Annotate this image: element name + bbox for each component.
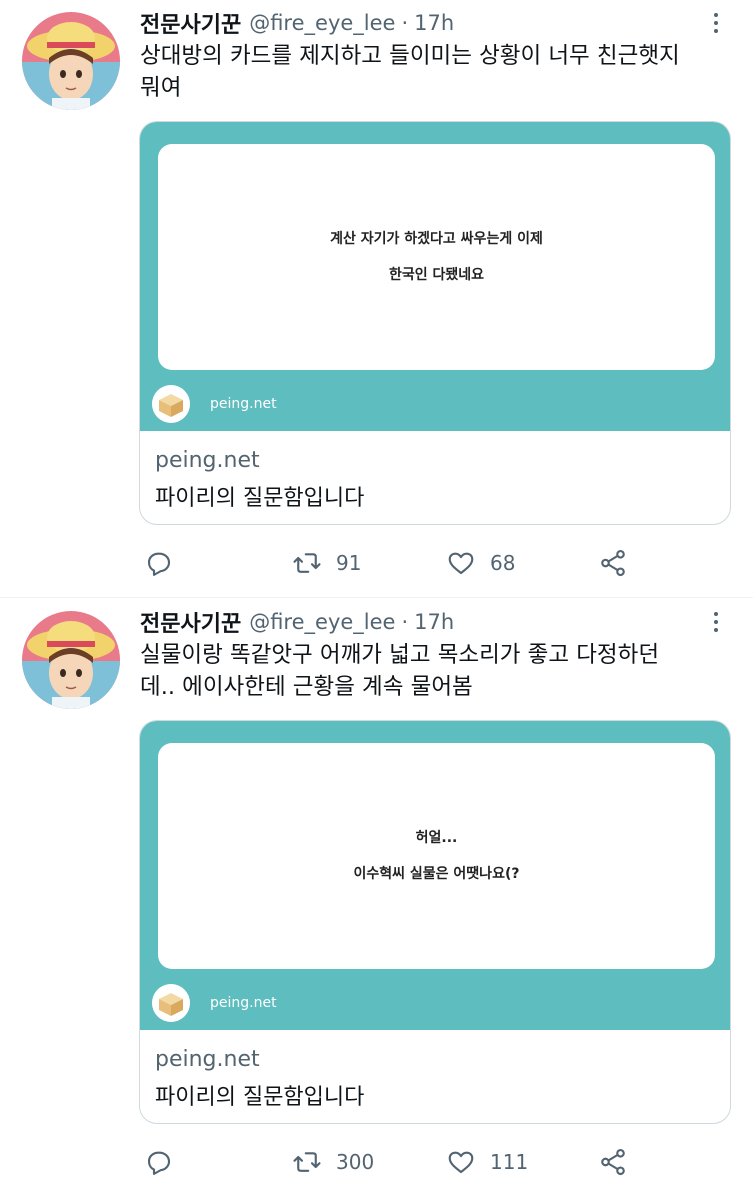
- retweet-button[interactable]: 91: [292, 545, 361, 581]
- author-name[interactable]: 전문사기꾼: [140, 606, 241, 638]
- avatar-image: [22, 12, 120, 110]
- retweet-button[interactable]: 300: [292, 1144, 374, 1180]
- author-handle[interactable]: @fire_eye_lee: [249, 610, 395, 634]
- question-line: 한국인 다됐네요: [388, 267, 485, 283]
- question-box: 허얼... 이수혁씨 실물은 어땟나요(?: [158, 743, 715, 969]
- peing-box-icon: [152, 385, 190, 423]
- avatar[interactable]: [22, 12, 120, 110]
- card-brand: peing.net: [152, 384, 277, 424]
- link-card[interactable]: 허얼... 이수혁씨 실물은 어땟나요(? peing.net peing.ne…: [139, 720, 731, 1124]
- more-icon[interactable]: [706, 609, 726, 635]
- tweet-header: 전문사기꾼 @fire_eye_lee · 17h: [140, 607, 454, 637]
- tweet-text-line: 뭐여: [140, 75, 182, 101]
- card-brand: peing.net: [152, 983, 277, 1023]
- heart-icon: [448, 1151, 474, 1174]
- retweet-count: 300: [336, 1150, 375, 1174]
- share-icon: [601, 1148, 625, 1176]
- share-button[interactable]: [598, 545, 628, 581]
- card-domain: peing.net: [155, 448, 260, 473]
- card-image: 계산 자기가 하겠다고 싸우는게 이제 한국인 다됐네요 peing.net: [140, 122, 730, 431]
- tweet[interactable]: 전문사기꾼 @fire_eye_lee · 17h 실물이랑 똑같앗구 어깨가 …: [0, 599, 753, 1200]
- tweet-text: 실물이랑 똑같앗구 어깨가 넓고 목소리가 좋고 다정하던 데.. 에이사한테 …: [140, 639, 740, 703]
- tweet-header: 전문사기꾼 @fire_eye_lee · 17h: [140, 8, 454, 38]
- question-line: 계산 자기가 하겠다고 싸우는게 이제: [330, 231, 543, 247]
- like-button[interactable]: 68: [446, 545, 515, 581]
- separator: ·: [401, 11, 409, 35]
- card-domain: peing.net: [155, 1047, 260, 1072]
- timestamp[interactable]: 17h: [414, 11, 454, 35]
- more-icon[interactable]: [706, 10, 726, 36]
- brand-text: peing.net: [210, 995, 277, 1011]
- retweet-icon: [293, 1152, 321, 1172]
- tweet-text-line: 데.. 에이사한테 근황을 계속 물어봄: [140, 674, 473, 700]
- question-box: 계산 자기가 하겠다고 싸우는게 이제 한국인 다됐네요: [158, 144, 715, 370]
- reply-button[interactable]: [144, 1144, 188, 1180]
- reply-button[interactable]: [144, 545, 188, 581]
- avatar[interactable]: [22, 611, 120, 709]
- tweet-text: 상대방의 카드를 제지하고 들이미는 상황이 너무 친근햇지 뭐여: [140, 40, 740, 104]
- tweet-text-line: 실물이랑 똑같앗구 어깨가 넓고 목소리가 좋고 다정하던: [140, 642, 660, 668]
- share-button[interactable]: [598, 1144, 628, 1180]
- brand-text: peing.net: [210, 396, 277, 412]
- like-count: 111: [490, 1150, 529, 1174]
- question-line: 허얼...: [415, 830, 458, 846]
- tweet[interactable]: 전문사기꾼 @fire_eye_lee · 17h 상대방의 카드를 제지하고 …: [0, 0, 753, 598]
- share-icon: [601, 549, 625, 577]
- tweet-actions: 300 111: [140, 1144, 740, 1180]
- reply-icon: [147, 1151, 171, 1175]
- question-line: 이수혁씨 실물은 어땟나요(?: [353, 866, 520, 882]
- tweet-text-line: 상대방의 카드를 제지하고 들이미는 상황이 너무 친근햇지: [140, 43, 680, 69]
- card-image: 허얼... 이수혁씨 실물은 어땟나요(? peing.net: [140, 721, 730, 1030]
- separator: ·: [401, 610, 409, 634]
- reply-icon: [147, 552, 171, 576]
- avatar-image: [22, 611, 120, 709]
- timestamp[interactable]: 17h: [414, 610, 454, 634]
- author-name[interactable]: 전문사기꾼: [140, 7, 241, 39]
- heart-icon: [448, 552, 474, 575]
- like-count: 68: [490, 551, 516, 575]
- like-button[interactable]: 111: [446, 1144, 528, 1180]
- tweet-actions: 91 68: [140, 545, 740, 581]
- card-title: 파이리의 질문함입니다: [155, 486, 365, 511]
- card-title: 파이리의 질문함입니다: [155, 1085, 365, 1110]
- author-handle[interactable]: @fire_eye_lee: [249, 11, 395, 35]
- retweet-count: 91: [336, 551, 362, 575]
- link-card[interactable]: 계산 자기가 하겠다고 싸우는게 이제 한국인 다됐네요 peing.net p…: [139, 121, 731, 525]
- peing-box-icon: [152, 984, 190, 1022]
- retweet-icon: [293, 553, 321, 573]
